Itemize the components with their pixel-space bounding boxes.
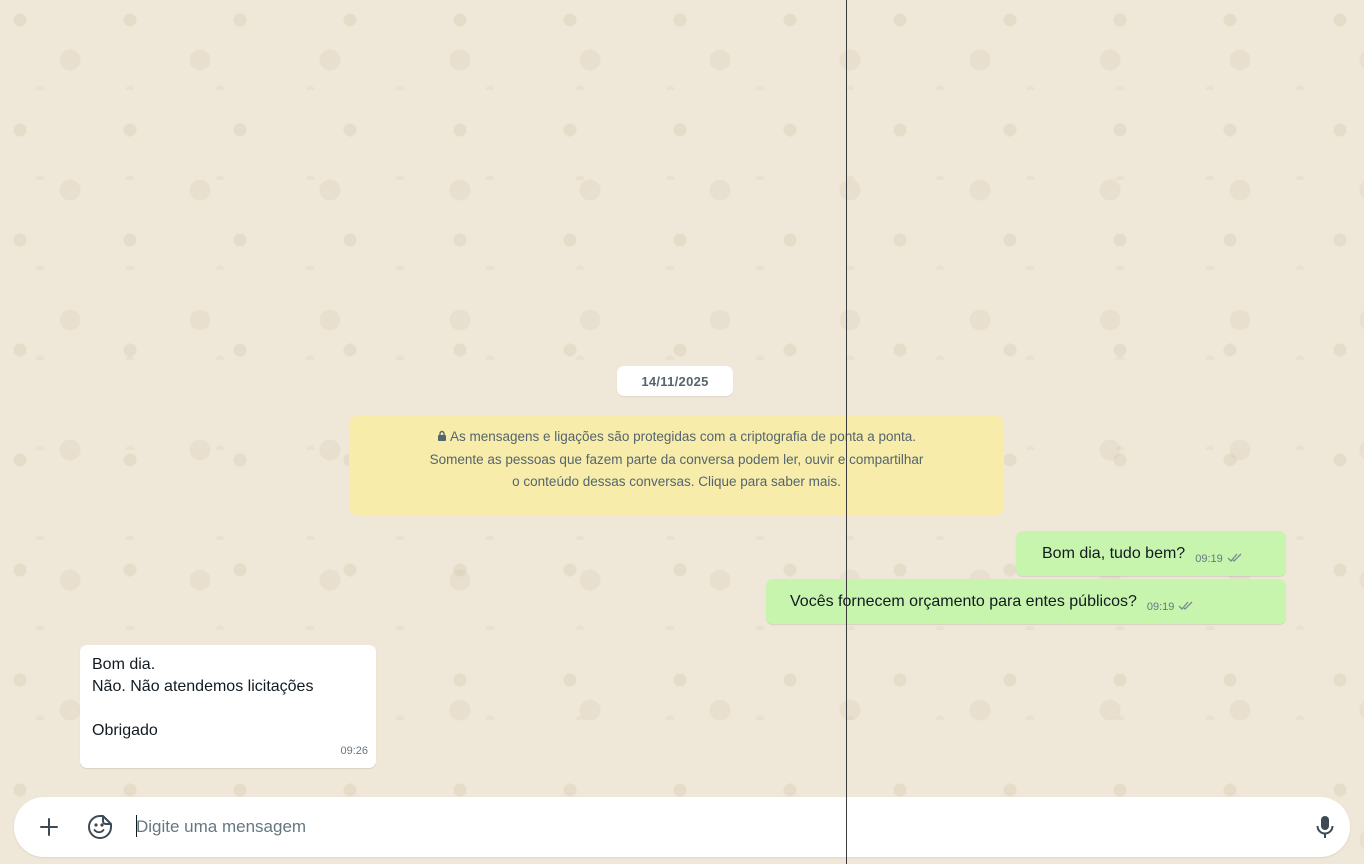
double-check-icon <box>1227 552 1245 566</box>
message-line <box>92 698 364 720</box>
lock-icon <box>437 427 447 449</box>
message-composer <box>0 793 1364 864</box>
message-meta: 09:19 <box>1147 600 1197 614</box>
microphone-icon[interactable] <box>1310 812 1340 842</box>
incoming-message[interactable]: Bom dia. Não. Não atendemos licitações O… <box>80 645 376 768</box>
message-line: Não. Não atendemos licitações <box>92 678 314 695</box>
sticker-icon[interactable] <box>86 813 114 841</box>
outgoing-message[interactable]: Vocês fornecem orçamento para entes públ… <box>766 579 1286 624</box>
message-time: 09:19 <box>1195 552 1223 565</box>
date-label: 14/11/2025 <box>641 373 709 389</box>
message-input[interactable] <box>136 811 1286 843</box>
message-text: Vocês fornecem orçamento para entes públ… <box>790 592 1137 610</box>
message-time: 09:19 <box>1146 600 1175 613</box>
text-caret <box>136 815 137 837</box>
encryption-notice-line-2: Somente as pessoas que fazem parte da co… <box>429 452 924 467</box>
message-line: Obrigado <box>92 722 158 739</box>
message-meta: 09:19 <box>1195 552 1245 566</box>
encryption-notice[interactable]: As mensagens e ligações são protegidas c… <box>349 416 1004 515</box>
double-check-icon <box>1178 600 1196 614</box>
message-line: Bom dia. <box>92 656 156 673</box>
outgoing-message[interactable]: Bom dia, tudo bem? 09:19 <box>1016 531 1286 576</box>
composer-box <box>14 797 1350 857</box>
message-text: Bom dia, tudo bem? <box>1042 544 1186 562</box>
chat-panel: 14/11/2025 As mensagens e ligações são p… <box>0 0 1364 864</box>
encryption-notice-line-1: As mensagens e ligações são protegidas c… <box>365 426 988 449</box>
plus-icon[interactable] <box>36 814 62 840</box>
message-time: 09:26 <box>340 745 368 757</box>
divider-line <box>846 0 847 864</box>
date-separator: 14/11/2025 <box>617 366 733 396</box>
encryption-notice-line-3: o conteúdo dessas conversas. Clique para… <box>512 474 841 489</box>
